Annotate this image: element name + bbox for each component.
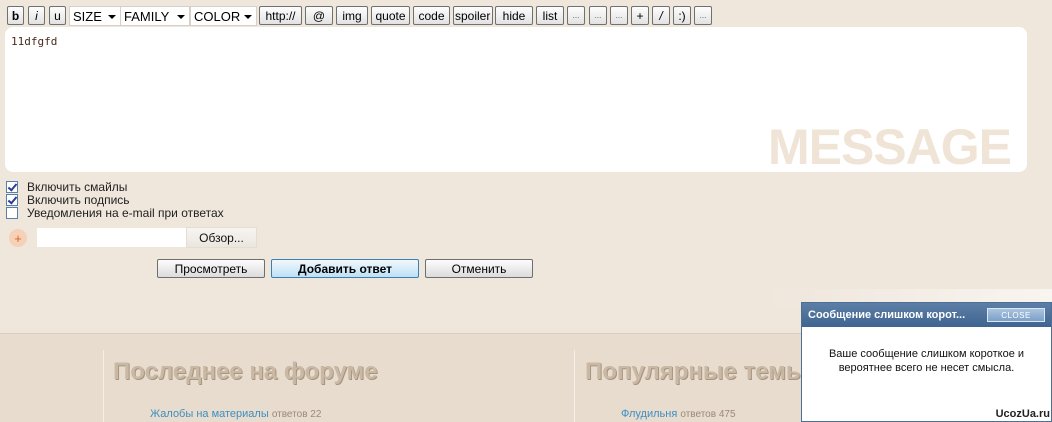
plus-button[interactable]: + (631, 6, 649, 25)
option-smiles: Включить смайлы (6, 179, 128, 194)
dialog-close-button[interactable]: CLOSE (987, 308, 1045, 322)
smiles-checkbox[interactable] (6, 180, 18, 193)
chevron-down-icon (177, 15, 185, 19)
spoiler-button[interactable]: spoiler (453, 6, 493, 25)
popular-topics-title: Популярные темы (585, 358, 807, 385)
chevron-down-icon (108, 15, 116, 19)
family-select[interactable]: FAMILY (120, 6, 190, 26)
email-button[interactable]: @ (305, 6, 333, 25)
quote-button[interactable]: quote (371, 6, 410, 25)
dialog-header: Сообщение слишком корот... CLOSE (802, 303, 1051, 327)
bbcode-toolbar: b i u SIZE FAMILY COLOR http:// @ img qu… (7, 6, 1047, 26)
size-select[interactable]: SIZE (69, 6, 121, 26)
option-email-notify: Уведомления на e-mail при ответах (6, 205, 224, 220)
dialog-title: Сообщение слишком корот... (808, 309, 966, 321)
extra-button-2[interactable]: ... (589, 6, 607, 25)
latest-topic-count: ответов 22 (271, 409, 322, 420)
latest-forum-title: Последнее на форуме (113, 358, 378, 385)
popular-topic-item: Флудильня ответов 475 (621, 408, 736, 420)
popular-topic-link[interactable]: Флудильня (621, 408, 677, 420)
list-button[interactable]: list (536, 6, 564, 25)
size-select-label: SIZE (73, 8, 102, 24)
latest-topic-item: Жалобы на материалы ответов 22 (150, 408, 321, 420)
preview-button[interactable]: Просмотреть (157, 259, 265, 278)
extra-button-3[interactable]: ... (610, 6, 628, 25)
email-notify-label: Уведомления на e-mail при ответах (27, 205, 224, 220)
dialog-message: Ваше сообщение слишком короткое и вероят… (828, 348, 1025, 374)
hide-button[interactable]: hide (495, 6, 533, 25)
img-button[interactable]: img (336, 6, 368, 25)
site-watermark: UcozUa.ru (995, 408, 1050, 420)
column-divider-right (574, 350, 575, 422)
underline-button[interactable]: u (49, 6, 66, 25)
email-notify-checkbox[interactable] (6, 206, 18, 219)
color-select[interactable]: COLOR (190, 6, 257, 26)
smile-button[interactable]: :) (673, 6, 691, 25)
slash-button[interactable]: / (652, 6, 670, 25)
extra-button-1[interactable]: ... (567, 6, 585, 25)
signature-label: Включить подпись (27, 192, 130, 207)
add-attachment-icon[interactable]: + (9, 229, 27, 247)
option-signature: Включить подпись (6, 192, 130, 207)
signature-checkbox[interactable] (6, 193, 18, 206)
message-textarea[interactable]: 11dfgfd (11, 35, 1011, 165)
smiles-label: Включить смайлы (27, 179, 128, 194)
chevron-down-icon (244, 15, 252, 19)
add-reply-button[interactable]: Добавить ответ (271, 259, 419, 278)
bold-button[interactable]: b (7, 6, 24, 25)
browse-button[interactable]: Обзор... (186, 227, 257, 248)
color-select-label: COLOR (194, 8, 241, 24)
extra-button-4[interactable]: ... (694, 6, 712, 25)
italic-button[interactable]: i (28, 6, 45, 25)
url-button[interactable]: http:// (259, 6, 302, 25)
family-select-label: FAMILY (124, 8, 170, 24)
cancel-button[interactable]: Отменить (425, 259, 533, 278)
column-divider-left (103, 350, 104, 422)
latest-topic-link[interactable]: Жалобы на материалы (150, 408, 269, 420)
popular-topic-count: ответов 475 (680, 409, 736, 420)
warning-dialog: Сообщение слишком корот... CLOSE Ваше со… (801, 302, 1052, 422)
code-button[interactable]: code (413, 6, 450, 25)
message-box: 11dfgfd MESSAGE (5, 27, 1027, 172)
file-path-input[interactable] (37, 228, 187, 247)
